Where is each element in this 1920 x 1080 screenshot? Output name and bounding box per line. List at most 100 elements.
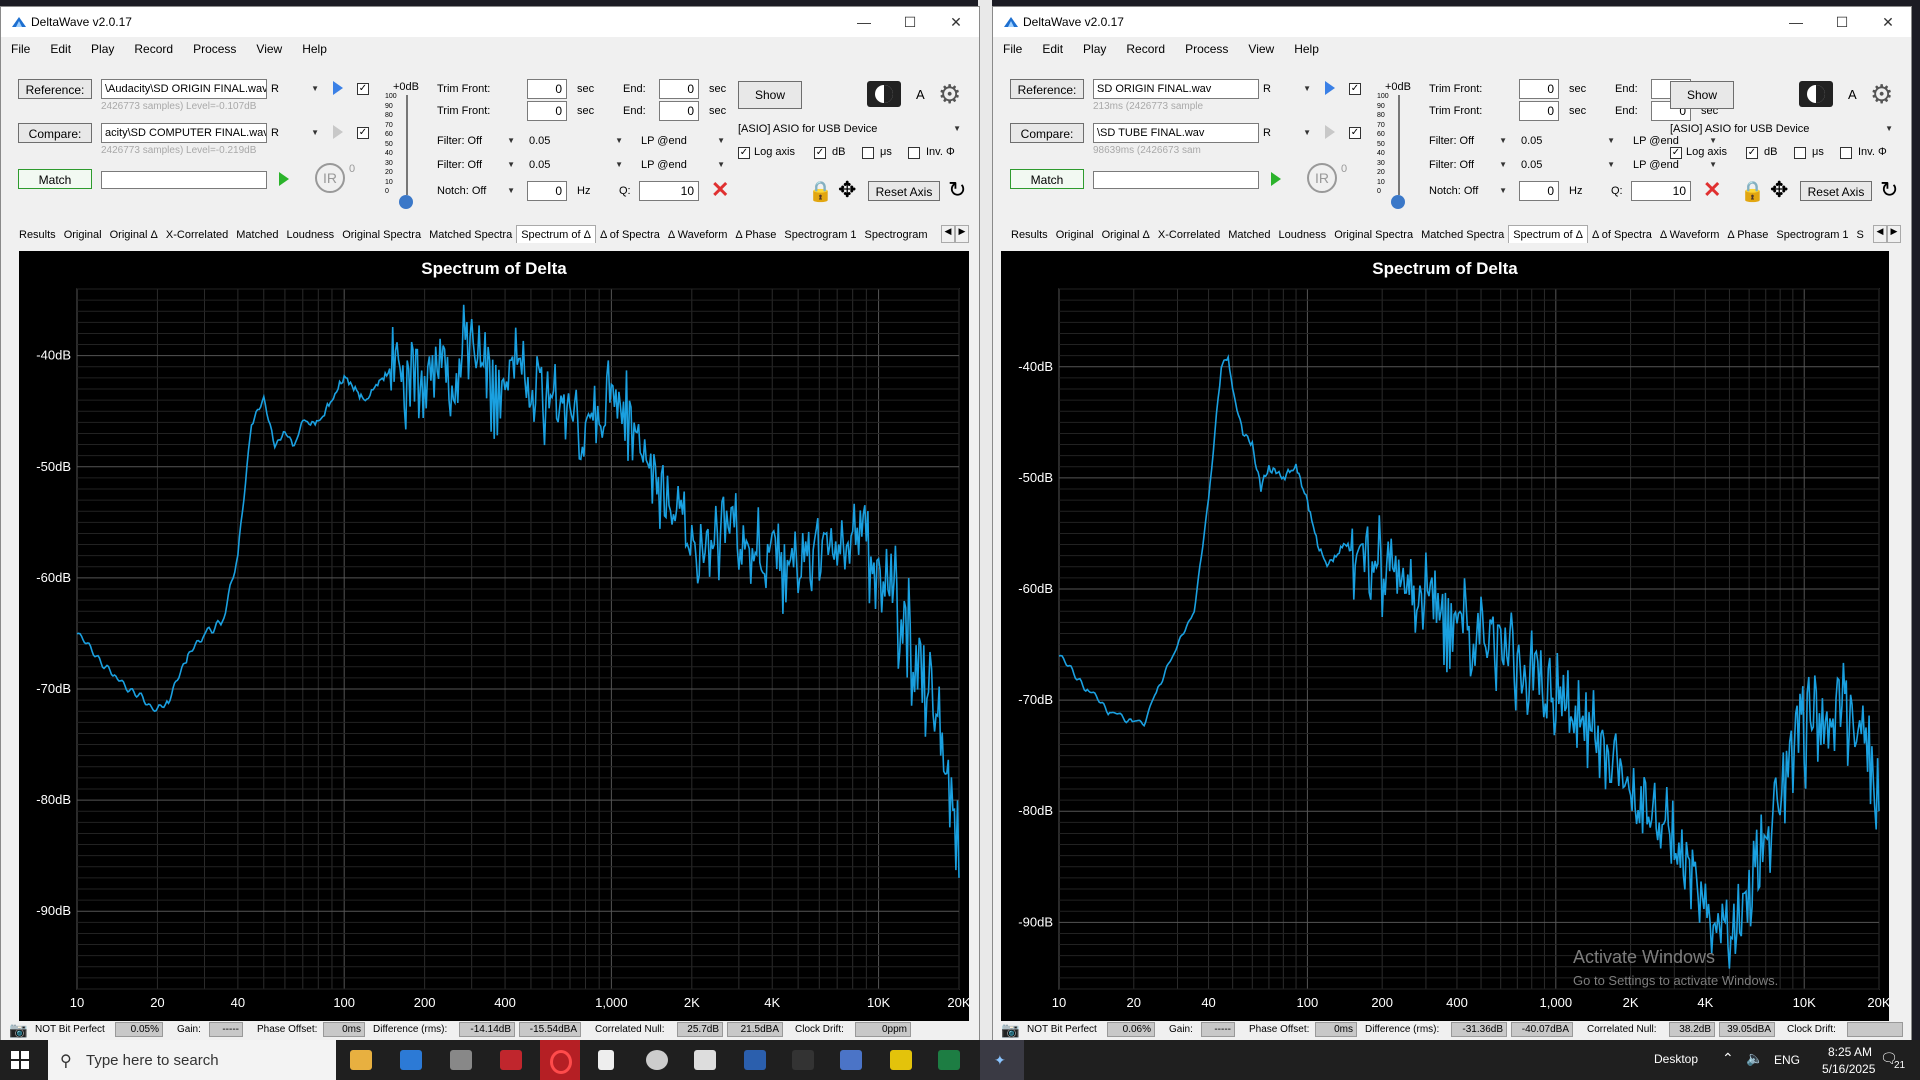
reference-button[interactable]: Reference:: [1010, 79, 1084, 99]
camera-icon[interactable]: 📷: [1001, 1021, 1020, 1039]
spectrum-chart[interactable]: 10 20 40 100 200 400 1,000 2K 4K 10K 20K -40dB -50dB…: [1001, 251, 1889, 1021]
ir-button[interactable]: IR: [1307, 163, 1337, 193]
lowpass-select[interactable]: LP @end ▼: [641, 131, 727, 151]
taskbar-search-box[interactable]: ⚲ Type here to search: [48, 1040, 336, 1080]
ir-button[interactable]: IR: [315, 163, 345, 193]
menu-file[interactable]: File: [1, 39, 40, 56]
menu-process[interactable]: Process: [183, 39, 246, 56]
lock-icon[interactable]: 🔒: [1740, 179, 1765, 204]
compare-file-field[interactable]: \SD TUBE FINAL.wav: [1093, 123, 1259, 143]
reference-channel-select[interactable]: R ▼: [1263, 79, 1313, 99]
tab-6[interactable]: Original Spectra: [1330, 226, 1417, 243]
excel-icon[interactable]: [938, 1050, 960, 1070]
settings-gear-icon[interactable]: ⚙: [938, 79, 961, 110]
refresh-icon[interactable]: ↻: [948, 177, 966, 203]
deltawave-taskbar-icon[interactable]: ✦: [980, 1040, 1024, 1080]
menu-file[interactable]: File: [993, 39, 1032, 56]
clock-date[interactable]: 5/16/2025: [1822, 1062, 1875, 1076]
tab-11[interactable]: Δ Phase: [1723, 226, 1772, 243]
tab-0[interactable]: Results: [15, 226, 60, 243]
app-icon-stack[interactable]: [840, 1050, 862, 1070]
tab-0[interactable]: Results: [1007, 226, 1052, 243]
log-axis-checkbox[interactable]: ✓: [738, 147, 750, 159]
tab-5[interactable]: Loudness: [1274, 226, 1330, 243]
tab-7[interactable]: Matched Spectra: [1417, 226, 1508, 243]
notch-frequency-input[interactable]: 0: [1519, 181, 1559, 201]
compare-enable-checkbox[interactable]: ✓: [1349, 127, 1361, 139]
end-ref-input[interactable]: 0: [659, 79, 699, 99]
tab-13[interactable]: Spectrogram: [861, 226, 932, 243]
maximize-button[interactable]: ☐: [1819, 11, 1865, 33]
reference-enable-checkbox[interactable]: ✓: [1349, 83, 1361, 95]
opera-icon[interactable]: [540, 1040, 580, 1080]
camera-icon[interactable]: 📷: [9, 1021, 28, 1039]
db-checkbox[interactable]: ✓: [1746, 147, 1758, 159]
language-indicator[interactable]: ENG: [1774, 1053, 1800, 1067]
tab-5[interactable]: Loudness: [282, 226, 338, 243]
menu-view[interactable]: View: [1238, 39, 1284, 56]
invert-phase-checkbox[interactable]: [908, 147, 920, 159]
tab-2[interactable]: Original Δ: [106, 226, 162, 243]
tab-9[interactable]: Δ of Spectra: [1588, 226, 1656, 243]
filter-select[interactable]: Filter: Off ▼: [1429, 155, 1509, 175]
contrast-toggle-icon[interactable]: [1799, 81, 1833, 107]
tab-scroll-left-icon[interactable]: ◀: [941, 225, 955, 243]
play-compare-icon[interactable]: [331, 123, 345, 141]
app-icon-dark[interactable]: [792, 1050, 814, 1070]
audio-device-select[interactable]: [ASIO] ASIO for USB Device ▼: [1670, 119, 1895, 139]
menu-record[interactable]: Record: [1116, 39, 1175, 56]
play-compare-icon[interactable]: [1323, 123, 1337, 141]
reference-file-field[interactable]: \Audacity\SD ORIGIN FINAL.wav: [101, 79, 267, 99]
tab-11[interactable]: Δ Phase: [731, 226, 780, 243]
log-axis-checkbox[interactable]: ✓: [1670, 147, 1682, 159]
app-icon-yellow[interactable]: [890, 1050, 912, 1070]
minimize-button[interactable]: —: [1773, 11, 1819, 33]
tab-12[interactable]: Spectrogram 1: [780, 226, 860, 243]
tab-3[interactable]: X-Correlated: [1154, 226, 1224, 243]
end-cmp-input[interactable]: 0: [659, 101, 699, 121]
menu-view[interactable]: View: [246, 39, 292, 56]
compare-channel-select[interactable]: R ▼: [1263, 123, 1313, 143]
compare-channel-select[interactable]: R ▼: [271, 123, 321, 143]
pan-move-icon[interactable]: ✥: [1770, 177, 1788, 203]
spectrum-chart[interactable]: 10 20 40 100 200 400 1,000 2K 4K 10K 20K -40dB -50dB…: [19, 251, 969, 1021]
reference-channel-select[interactable]: R ▼: [271, 79, 321, 99]
audio-device-select[interactable]: [ASIO] ASIO for USB Device ▼: [738, 119, 963, 139]
filter-select[interactable]: Notch: Off ▼: [1429, 181, 1509, 201]
menu-edit[interactable]: Edit: [40, 39, 81, 56]
lock-icon[interactable]: 🔒: [808, 179, 833, 204]
menu-help[interactable]: Help: [292, 39, 337, 56]
show-button[interactable]: Show: [1670, 81, 1734, 109]
clear-filter-icon[interactable]: ✕: [1703, 177, 1721, 203]
menu-play[interactable]: Play: [1073, 39, 1116, 56]
trim-front-ref-input[interactable]: 0: [1519, 79, 1559, 99]
a-weighting-toggle[interactable]: A: [1848, 87, 1857, 102]
settings-gear-icon[interactable]: ⚙: [1870, 79, 1893, 110]
run-match-icon[interactable]: [1269, 170, 1283, 188]
outlook-icon[interactable]: [400, 1050, 422, 1070]
menu-record[interactable]: Record: [124, 39, 183, 56]
compare-enable-checkbox[interactable]: ✓: [357, 127, 369, 139]
pan-move-icon[interactable]: ✥: [838, 177, 856, 203]
q-input[interactable]: 10: [1631, 181, 1691, 201]
tab-8[interactable]: Spectrum of Δ: [516, 225, 596, 243]
q-input[interactable]: 10: [639, 181, 699, 201]
chart-area[interactable]: Spectrum of Delta 10 20 40 100 200 400 1,000 2K 4…: [19, 251, 969, 1021]
a-weighting-toggle[interactable]: A: [916, 87, 925, 102]
filter-value-select[interactable]: 0.05 ▼: [529, 155, 625, 175]
trim-front-ref-input[interactable]: 0: [527, 79, 567, 99]
tab-3[interactable]: X-Correlated: [162, 226, 232, 243]
tab-13[interactable]: S: [1853, 226, 1868, 243]
tab-scroll-right-icon[interactable]: ▶: [955, 225, 969, 243]
filter-value-select[interactable]: 0.05 ▼: [1521, 155, 1617, 175]
app-icon-fox[interactable]: [694, 1050, 716, 1070]
reset-axis-button[interactable]: Reset Axis: [868, 181, 940, 201]
file-explorer-icon[interactable]: [350, 1050, 372, 1070]
volume-icon[interactable]: 🔈: [1746, 1050, 1763, 1067]
compare-button[interactable]: Compare:: [18, 123, 92, 143]
close-button[interactable]: ✕: [933, 11, 979, 33]
level-slider-thumb[interactable]: [399, 195, 413, 209]
tray-chevron-icon[interactable]: ⌃: [1722, 1050, 1734, 1067]
show-button[interactable]: Show: [738, 81, 802, 109]
tab-4[interactable]: Matched: [232, 226, 282, 243]
